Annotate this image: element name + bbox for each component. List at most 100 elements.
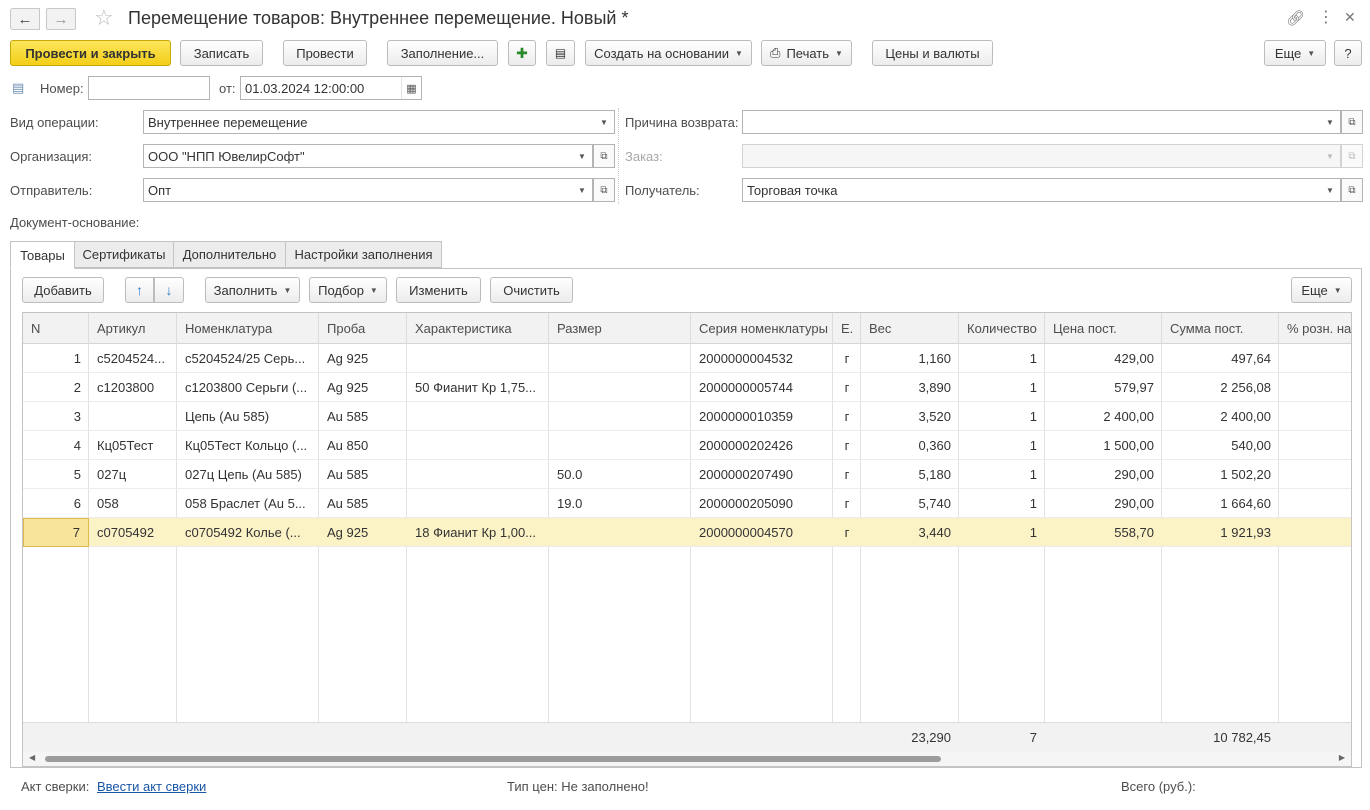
cell-weight[interactable]: 3,440 [861, 518, 959, 547]
enter-act-link[interactable]: Ввести акт сверки [97, 779, 206, 794]
return-reason-select[interactable]: ▼ [742, 110, 1341, 134]
cell-retail-percent[interactable] [1279, 518, 1351, 547]
clear-button[interactable]: Очистить [490, 277, 573, 303]
cell-nomenclature[interactable]: Кц05Тест Кольцо (... [177, 431, 319, 460]
date-input[interactable]: 01.03.2024 12:00:00 ▦ [240, 76, 422, 100]
cell-sum[interactable]: 2 400,00 [1162, 402, 1279, 431]
cell-assay[interactable]: Au 585 [319, 402, 407, 431]
cell-size[interactable] [549, 518, 691, 547]
cell-article[interactable]: 027ц [89, 460, 177, 489]
cell-nomenclature[interactable]: c0705492 Колье (... [177, 518, 319, 547]
cell-article[interactable]: c1203800 [89, 373, 177, 402]
table-row[interactable]: 4 Кц05Тест Кц05Тест Кольцо (... Au 850 20000… [23, 431, 1351, 460]
cell-sum[interactable]: 1 664,60 [1162, 489, 1279, 518]
cell-unit[interactable]: г [833, 489, 861, 518]
move-up-button[interactable]: ↑ [125, 277, 154, 303]
cell-sum[interactable]: 1 502,20 [1162, 460, 1279, 489]
table-row[interactable]: 7 c0705492 c0705492 Колье (... Ag 925 18 Фиа… [23, 518, 1351, 547]
cell-nomenclature[interactable]: c1203800 Серьги (... [177, 373, 319, 402]
cell-characteristic[interactable] [407, 402, 549, 431]
cell-size[interactable] [549, 373, 691, 402]
cell-n[interactable]: 7 [23, 518, 89, 547]
back-arrow-icon[interactable]: ← [10, 8, 40, 30]
chevron-down-icon[interactable]: ▼ [572, 145, 592, 167]
cell-n[interactable]: 6 [23, 489, 89, 518]
add-row-icon[interactable]: ✚ [508, 40, 536, 66]
forward-arrow-icon[interactable]: → [46, 8, 76, 30]
cell-series[interactable]: 2000000004570 [691, 518, 833, 547]
column-header-unit[interactable]: Е. [833, 313, 861, 344]
help-button[interactable]: ? [1334, 40, 1362, 66]
cell-retail-percent[interactable] [1279, 431, 1351, 460]
cell-quantity[interactable]: 1 [959, 518, 1045, 547]
number-input[interactable] [88, 76, 210, 100]
cell-series[interactable]: 2000000010359 [691, 402, 833, 431]
add-button[interactable]: Добавить [22, 277, 104, 303]
cell-series[interactable]: 2000000207490 [691, 460, 833, 489]
organization-select[interactable]: ООО "НПП ЮвелирСофт" ▼ [143, 144, 593, 168]
cell-assay[interactable]: Ag 925 [319, 373, 407, 402]
cell-price[interactable]: 558,70 [1045, 518, 1162, 547]
column-header-weight[interactable]: Вес [861, 313, 959, 344]
column-header-n[interactable]: N [23, 313, 89, 344]
cell-weight[interactable]: 3,520 [861, 402, 959, 431]
cell-article[interactable] [89, 402, 177, 431]
open-receiver-icon[interactable]: ⧉ [1341, 178, 1363, 202]
cell-quantity[interactable]: 1 [959, 402, 1045, 431]
table-row[interactable]: 5 027ц 027ц Цепь (Au 585) Au 585 50.0 2000000… [23, 460, 1351, 489]
post-and-close-button[interactable]: Провести и закрыть [10, 40, 171, 66]
cell-sum[interactable]: 2 256,08 [1162, 373, 1279, 402]
chevron-down-icon[interactable]: ▼ [1320, 179, 1340, 201]
grid-more-button[interactable]: Еще ▼ [1291, 277, 1352, 303]
cell-assay[interactable]: Au 585 [319, 489, 407, 518]
cell-unit[interactable]: г [833, 402, 861, 431]
open-organization-icon[interactable]: ⧉ [593, 144, 615, 168]
prices-currency-button[interactable]: Цены и валюты [872, 40, 993, 66]
cell-series[interactable]: 2000000005744 [691, 373, 833, 402]
cell-quantity[interactable]: 1 [959, 373, 1045, 402]
cell-series[interactable]: 2000000004532 [691, 344, 833, 373]
tab-fill-settings[interactable]: Настройки заполнения [285, 241, 442, 268]
column-header-sum[interactable]: Сумма пост. [1162, 313, 1279, 344]
table-row[interactable]: 1 c5204524... c5204524/25 Серь... Ag 925 200… [23, 344, 1351, 373]
cell-price[interactable]: 579,97 [1045, 373, 1162, 402]
cell-quantity[interactable]: 1 [959, 460, 1045, 489]
cell-size[interactable]: 19.0 [549, 489, 691, 518]
scrollbar-thumb[interactable] [45, 756, 941, 762]
cell-weight[interactable]: 5,180 [861, 460, 959, 489]
fill-button[interactable]: Заполнение... [387, 40, 498, 66]
cell-sum[interactable]: 1 921,93 [1162, 518, 1279, 547]
column-header-nomenclature[interactable]: Номенклатура [177, 313, 319, 344]
cell-weight[interactable]: 0,360 [861, 431, 959, 460]
save-button[interactable]: Записать [180, 40, 263, 66]
cell-nomenclature[interactable]: 027ц Цепь (Au 585) [177, 460, 319, 489]
cell-quantity[interactable]: 1 [959, 489, 1045, 518]
tab-additional[interactable]: Дополнительно [173, 241, 286, 268]
post-button[interactable]: Провести [283, 40, 367, 66]
cell-price[interactable]: 290,00 [1045, 460, 1162, 489]
cell-unit[interactable]: г [833, 431, 861, 460]
cell-size[interactable] [549, 431, 691, 460]
scroll-right-icon[interactable]: ▶ [1339, 753, 1345, 762]
cell-weight[interactable]: 5,740 [861, 489, 959, 518]
cell-sum[interactable]: 540,00 [1162, 431, 1279, 460]
operation-select[interactable]: Внутреннее перемещение ▼ [143, 110, 615, 134]
cell-assay[interactable]: Au 585 [319, 460, 407, 489]
cell-nomenclature[interactable]: Цепь (Au 585) [177, 402, 319, 431]
cell-retail-percent[interactable] [1279, 344, 1351, 373]
scroll-left-icon[interactable]: ◀ [29, 753, 35, 762]
cell-assay[interactable]: Ag 925 [319, 518, 407, 547]
tab-certificates[interactable]: Сертификаты [74, 241, 174, 268]
column-header-size[interactable]: Размер [549, 313, 691, 344]
structure-icon[interactable]: ▤ [546, 40, 575, 66]
column-header-article[interactable]: Артикул [89, 313, 177, 344]
column-header-retail-percent[interactable]: % розн. на [1279, 313, 1351, 344]
more-vertical-icon[interactable]: ⋮ [1318, 7, 1334, 27]
cell-price[interactable]: 2 400,00 [1045, 402, 1162, 431]
column-header-quantity[interactable]: Количество [959, 313, 1045, 344]
link-icon[interactable]: 🔗︎ [1286, 9, 1305, 27]
close-icon[interactable]: ✕ [1344, 9, 1356, 26]
cell-retail-percent[interactable] [1279, 373, 1351, 402]
chevron-down-icon[interactable]: ▼ [1320, 111, 1340, 133]
goods-table[interactable]: N Артикул Номенклатура Проба Характеристика Р… [22, 312, 1352, 767]
